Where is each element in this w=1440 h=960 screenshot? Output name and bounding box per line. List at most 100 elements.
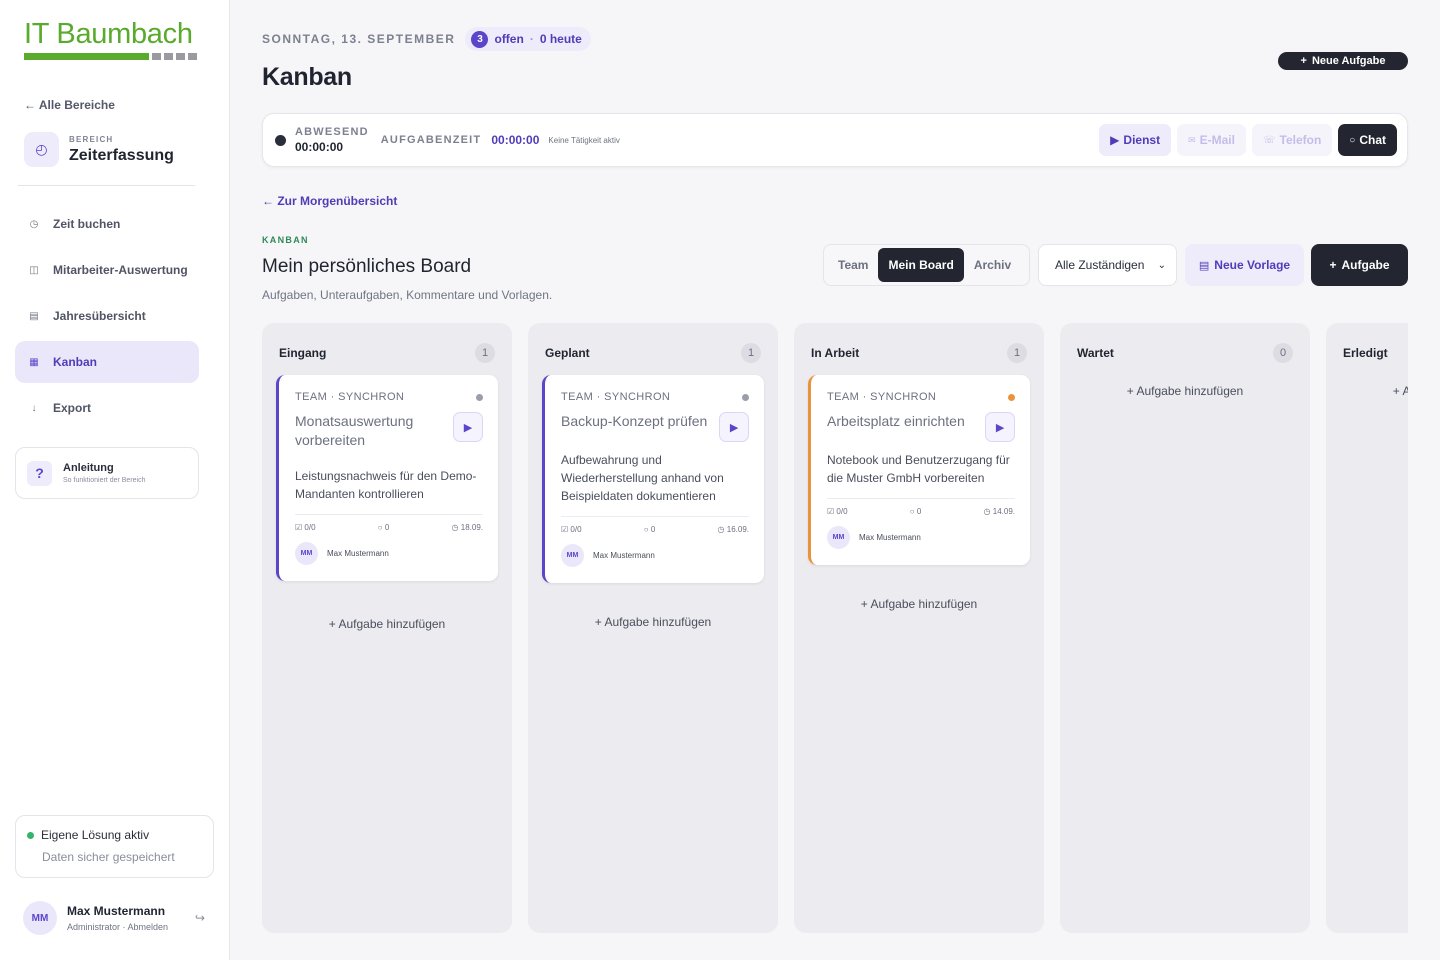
logo-text: IT Baumbach bbox=[24, 18, 193, 50]
column-wartet: Wartet 0 + Aufgabe hinzufügen bbox=[1060, 323, 1310, 933]
page-title: Kanban bbox=[262, 63, 352, 91]
sidebar-item-kanban[interactable]: ▦ Kanban bbox=[15, 341, 199, 383]
plus-icon: + bbox=[1300, 55, 1307, 67]
sidebar-item-jahresuebersicht[interactable]: ▤ Jahresübersicht bbox=[15, 295, 199, 337]
sidebar-item-label: Mitarbeiter-Auswertung bbox=[53, 263, 188, 277]
sidebar-nav: ◷ Zeit buchen ◫ Mitarbeiter-Auswertung ▤… bbox=[15, 203, 199, 433]
user-role[interactable]: Administrator · Abmelden bbox=[67, 922, 168, 932]
tab-archiv[interactable]: Archiv bbox=[964, 248, 1021, 282]
add-task-link[interactable]: + Aufgabe hinzufügen bbox=[1060, 384, 1310, 398]
card-team: TEAM · SYNCHRON bbox=[827, 391, 937, 403]
column-in-arbeit: In Arbeit 1 TEAM · SYNCHRON Arbeitsplatz… bbox=[794, 323, 1044, 933]
add-task-link-label: Aufgabe hinzufügen bbox=[338, 617, 446, 631]
sidebar-item-export[interactable]: ↓ Export bbox=[15, 387, 199, 429]
comment-count: 0 bbox=[384, 523, 390, 532]
brand-logo[interactable]: IT Baumbach bbox=[24, 18, 200, 60]
add-task-link-label: Aufgabe hinzufügen bbox=[604, 615, 712, 629]
card-assignee: MM Max Mustermann bbox=[827, 526, 1015, 549]
add-task-link[interactable]: + Aufgabe hinzufügen bbox=[528, 615, 778, 629]
add-task-link[interactable]: + Aufgabe hinzufügen bbox=[262, 617, 512, 631]
today-label: 0 heute bbox=[539, 32, 582, 46]
assignee-name: Max Mustermann bbox=[593, 551, 655, 560]
board-kicker: KANBAN bbox=[262, 235, 309, 245]
add-task-button[interactable]: + Aufgabe bbox=[1311, 244, 1408, 286]
tab-team[interactable]: Team bbox=[828, 248, 878, 282]
task-time-value: 00:00:00 bbox=[491, 133, 540, 147]
new-template-button[interactable]: ▤ Neue Vorlage bbox=[1185, 244, 1304, 286]
new-task-label: Neue Aufgabe bbox=[1311, 55, 1386, 67]
email-button[interactable]: ✉ E-Mail bbox=[1177, 124, 1246, 156]
card-description: Leistungsnachweis für den Demo-Mandanten… bbox=[295, 469, 477, 501]
column-title: Erledigt bbox=[1343, 346, 1388, 360]
calendar-icon: ▤ bbox=[29, 310, 39, 322]
activity-buttons: ▶ Dienst ✉ E-Mail ☏ Telefon ○ Chat bbox=[1099, 124, 1397, 156]
help-card[interactable]: ? Anleitung So funktioniert der Bereich bbox=[15, 447, 199, 499]
activity-note: Keine Tätigkeit aktiv bbox=[548, 135, 620, 145]
play-icon: ▶ bbox=[729, 421, 739, 434]
morning-overview-link[interactable]: ← Zur Morgenübersicht bbox=[262, 194, 397, 208]
avatar[interactable]: MM bbox=[23, 901, 57, 935]
add-task-link-label: Aufgabe hinzufügen bbox=[1136, 384, 1244, 398]
clock-icon: ◷ bbox=[29, 218, 39, 230]
template-icon: ▤ bbox=[1198, 259, 1210, 272]
area-header: ◴ BEREICH Zeiterfassung bbox=[24, 132, 174, 167]
open-label: offen bbox=[494, 32, 524, 46]
task-card[interactable]: TEAM · SYNCHRON Backup-Konzept prüfen ▶ … bbox=[542, 375, 764, 583]
add-task-link-label: Aufgabe hinzufügen bbox=[870, 597, 978, 611]
sidebar-divider bbox=[18, 185, 195, 186]
status-dot-icon bbox=[275, 134, 286, 146]
comment-icon: ○ bbox=[643, 525, 649, 534]
columns-icon: ◫ bbox=[29, 264, 39, 276]
card-team: TEAM · SYNCHRON bbox=[295, 391, 405, 403]
task-card[interactable]: TEAM · SYNCHRON Monatsauswertung vorbere… bbox=[276, 375, 498, 581]
open-count: 3 bbox=[471, 30, 489, 48]
tab-mein-board[interactable]: Mein Board bbox=[878, 248, 964, 282]
card-team: TEAM · SYNCHRON bbox=[561, 391, 671, 403]
avatar: MM bbox=[561, 544, 584, 567]
current-date: SONNTAG, 13. SEPTEMBER bbox=[262, 32, 456, 46]
assignee-name: Max Mustermann bbox=[327, 549, 389, 558]
plus-icon: + bbox=[860, 597, 868, 611]
assignee-name: Max Mustermann bbox=[859, 533, 921, 542]
column-title: In Arbeit bbox=[811, 346, 860, 360]
start-timer-button[interactable]: ▶ bbox=[453, 412, 483, 442]
column-title: Wartet bbox=[1077, 346, 1114, 360]
task-card[interactable]: TEAM · SYNCHRON Arbeitsplatz einrichten … bbox=[808, 375, 1030, 565]
column-title: Eingang bbox=[279, 346, 327, 360]
assignee-select[interactable]: Alle Zuständigen ⌄ bbox=[1038, 244, 1177, 286]
logout-icon[interactable]: ↪ bbox=[195, 911, 205, 925]
board-subtitle: Aufgaben, Unteraufgaben, Kommentare und … bbox=[262, 288, 553, 302]
plus-icon: + bbox=[1392, 384, 1400, 398]
play-icon: ▶ bbox=[995, 421, 1005, 434]
avatar: MM bbox=[827, 526, 850, 549]
play-icon: ▶ bbox=[1110, 133, 1120, 147]
help-subtitle: So funktioniert der Bereich bbox=[63, 477, 146, 484]
chat-button[interactable]: ○ Chat bbox=[1338, 124, 1397, 156]
new-task-button[interactable]: + Neue Aufgabe bbox=[1278, 52, 1408, 70]
column-count: 1 bbox=[1007, 343, 1027, 363]
status-subtitle: Daten sicher gespeichert bbox=[42, 850, 175, 864]
card-meta: ☑ 0/0 ○ 0 ◷ 14.09. bbox=[827, 498, 1015, 516]
date-row: SONNTAG, 13. SEPTEMBER 3 offen · 0 heute bbox=[262, 27, 591, 51]
start-timer-button[interactable]: ▶ bbox=[985, 412, 1015, 442]
open-tasks-badge[interactable]: 3 offen · 0 heute bbox=[465, 27, 591, 51]
add-task-link[interactable]: + Aufgabe hinzufügen bbox=[1326, 384, 1408, 398]
card-description: Notebook und Benutzerzugang für die Must… bbox=[827, 453, 1010, 485]
phone-button[interactable]: ☏ Telefon bbox=[1251, 124, 1333, 156]
sidebar-item-label: Export bbox=[53, 401, 92, 415]
presence-label: ABWESEND bbox=[295, 126, 369, 138]
priority-dot-icon bbox=[1008, 393, 1015, 401]
add-task-link[interactable]: + Aufgabe hinzufügen bbox=[794, 597, 1044, 611]
checklist-icon: ☑ bbox=[561, 525, 569, 534]
plus-icon: + bbox=[594, 615, 602, 629]
start-timer-button[interactable]: ▶ bbox=[719, 412, 749, 442]
plus-icon: + bbox=[1126, 384, 1134, 398]
sidebar-item-zeit-buchen[interactable]: ◷ Zeit buchen bbox=[15, 203, 199, 245]
clock-icon: ◷ bbox=[717, 525, 725, 534]
checklist-icon: ☑ bbox=[295, 523, 303, 532]
card-title: Arbeitsplatz einrichten bbox=[827, 413, 965, 429]
pill-separator: · bbox=[529, 32, 534, 46]
sidebar-item-mitarbeiter-auswertung[interactable]: ◫ Mitarbeiter-Auswertung bbox=[15, 249, 199, 291]
all-areas-link[interactable]: ← Alle Bereiche bbox=[24, 98, 115, 112]
dienst-button[interactable]: ▶ Dienst bbox=[1099, 124, 1172, 156]
